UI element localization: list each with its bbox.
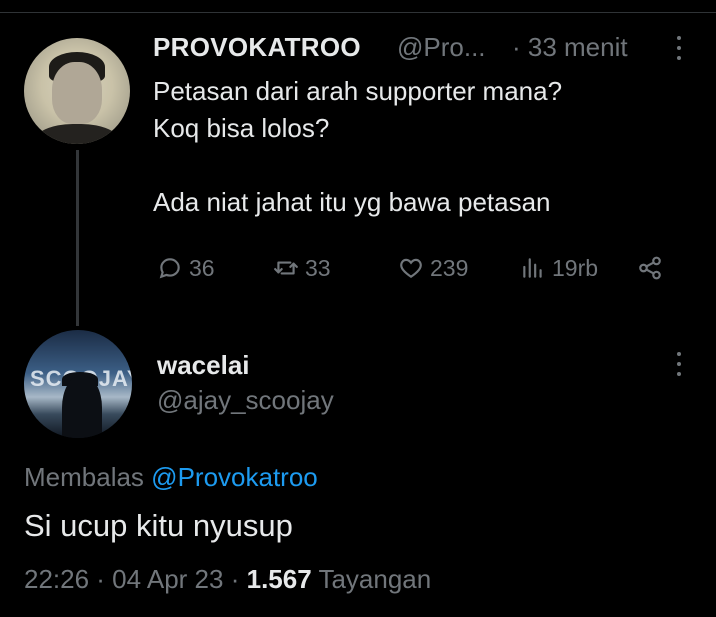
views-icon xyxy=(523,258,542,278)
thread-connector-line xyxy=(76,150,79,326)
top-divider xyxy=(0,12,716,13)
reply-more-options-icon[interactable] xyxy=(672,350,686,378)
tweet-meta: 22:26 · 04 Apr 23 · 1.567 Tayangan xyxy=(24,564,431,595)
author-handle[interactable]: @Pro... xyxy=(397,32,486,63)
tweet-line xyxy=(153,147,693,184)
views-label: Tayangan xyxy=(318,564,432,594)
views-button[interactable]: 19rb xyxy=(520,250,598,286)
avatar-wacelai[interactable]: SCOOJAY xyxy=(24,330,132,438)
retweet-count: 33 xyxy=(305,254,331,281)
more-options-icon[interactable] xyxy=(672,34,686,62)
reply-author-handle[interactable]: @ajay_scoojay xyxy=(157,385,334,416)
reply-button[interactable]: 36 xyxy=(157,250,215,286)
avatar-provokatroo[interactable] xyxy=(24,38,130,144)
reply-author-name[interactable]: wacelai xyxy=(157,350,250,381)
like-icon xyxy=(400,258,422,278)
retweet-button[interactable]: 33 xyxy=(273,250,331,286)
reply-count: 36 xyxy=(189,254,215,281)
view-count: 1.567 xyxy=(246,564,312,594)
tweet-time[interactable]: · 33 menit xyxy=(512,32,628,63)
avatar-shoulders xyxy=(34,124,120,144)
replying-prefix: Membalas xyxy=(24,462,144,492)
timestamp[interactable]: 22:26 · 04 Apr 23 · xyxy=(24,564,239,594)
mention-link[interactable]: @Provokatroo xyxy=(151,462,318,492)
avatar-face xyxy=(52,62,102,124)
views-count: 19rb xyxy=(552,254,599,281)
tweet-line: Koq bisa lolos? xyxy=(153,113,330,143)
like-count: 239 xyxy=(430,254,469,281)
tweet-line: Ada niat jahat itu yg bawa petasan xyxy=(153,187,551,217)
reply-icon xyxy=(159,258,180,279)
tweet-text: Petasan dari arah supporter mana? Koq bi… xyxy=(153,73,693,221)
author-name[interactable]: PROVOKATROO xyxy=(153,32,361,63)
like-button[interactable]: 239 xyxy=(398,250,468,286)
replying-to: Membalas @Provokatroo xyxy=(24,462,318,493)
avatar-person-silhouette xyxy=(62,376,102,438)
share-button[interactable] xyxy=(637,250,669,286)
retweet-icon xyxy=(274,261,298,275)
share-icon xyxy=(639,256,661,280)
tweet-line: Petasan dari arah supporter mana? xyxy=(153,76,563,106)
reply-text: Si ucup kitu nyusup xyxy=(24,508,293,543)
